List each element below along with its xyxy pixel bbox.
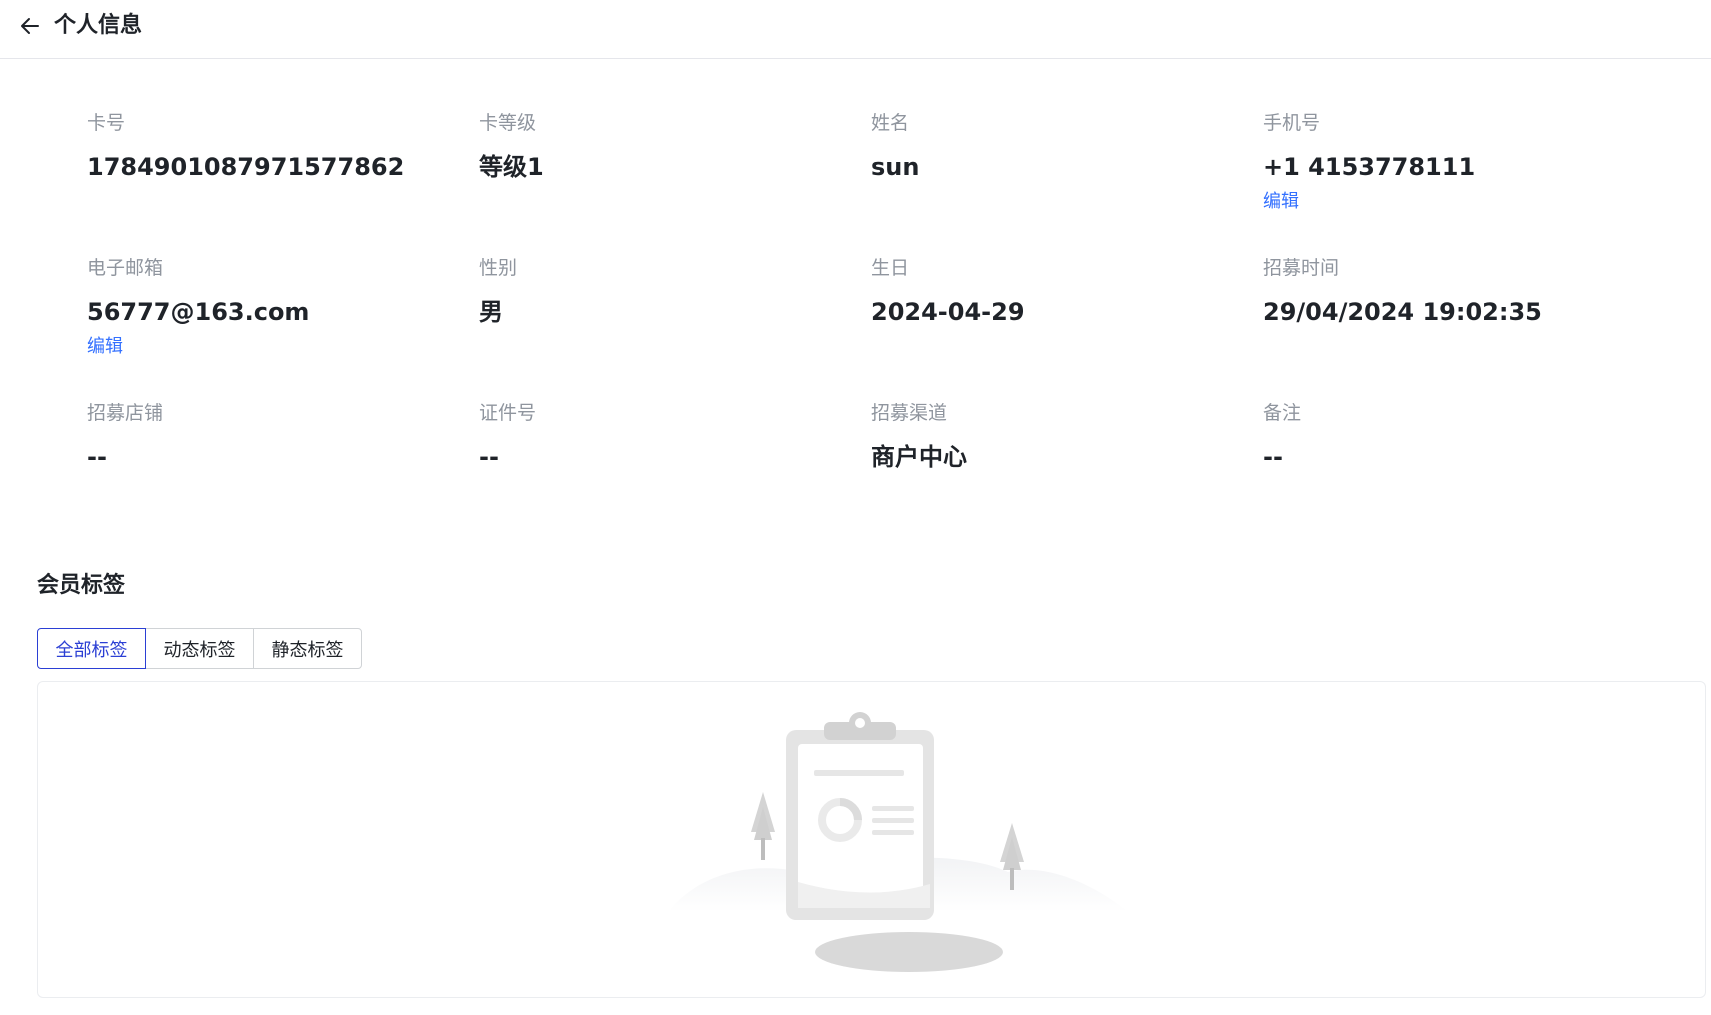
field-recruit-store: 招募店铺 -- [87,400,479,530]
field-value: 男 [479,298,503,326]
field-value: 1784901087971577862 [87,153,405,181]
field-label: 招募时间 [1263,257,1340,279]
field-label: 姓名 [871,112,910,134]
field-label: 电子邮箱 [87,257,164,279]
field-value: -- [87,443,107,471]
page-header: 个人信息 [0,0,1711,59]
member-tags-title: 会员标签 [37,573,126,598]
field-label: 性别 [479,257,518,279]
field-value: sun [871,153,920,181]
tag-type-tabs: 全部标签 动态标签 静态标签 [37,628,362,669]
field-birthday: 生日 2024-04-29 [871,255,1263,400]
field-recruit-channel: 招募渠道 商户中心 [871,400,1263,530]
empty-clipboard-illustration [668,712,1128,972]
field-gender: 性别 男 [479,255,871,400]
tab-static-tags[interactable]: 静态标签 [253,628,362,669]
edit-phone-link[interactable]: 编辑 [1263,190,1299,214]
field-value: 2024-04-29 [871,298,1025,326]
field-label: 卡等级 [479,112,537,134]
field-label: 备注 [1263,402,1302,424]
field-value: 等级1 [479,153,544,181]
edit-email-link[interactable]: 编辑 [87,335,123,359]
field-value: 56777@163.com [87,298,310,326]
field-value: -- [479,443,499,471]
tab-all-tags[interactable]: 全部标签 [37,628,146,669]
field-label: 生日 [871,257,910,279]
field-id-number: 证件号 -- [479,400,871,530]
back-button[interactable] [16,12,44,40]
field-label: 招募店铺 [87,402,164,424]
field-label: 证件号 [479,402,537,424]
field-email: 电子邮箱 56777@163.com 编辑 [87,255,479,400]
tags-empty-panel [37,681,1706,998]
field-value: +1 4153778111 [1263,153,1476,181]
field-name: 姓名 sun [871,110,1263,255]
profile-info-grid: 卡号 1784901087971577862 卡等级 等级1 姓名 sun 手机… [87,110,1657,530]
field-value: -- [1263,443,1283,471]
field-recruit-time: 招募时间 29/04/2024 19:02:35 [1263,255,1655,400]
arrow-left-icon [21,18,39,34]
field-card-number: 卡号 1784901087971577862 [87,110,479,255]
field-value: 29/04/2024 19:02:35 [1263,298,1542,326]
field-phone: 手机号 +1 4153778111 编辑 [1263,110,1655,255]
field-label: 手机号 [1263,112,1321,134]
field-remark: 备注 -- [1263,400,1655,530]
page-title: 个人信息 [54,13,143,38]
field-label: 卡号 [87,112,126,134]
tab-dynamic-tags[interactable]: 动态标签 [145,628,254,669]
field-label: 招募渠道 [871,402,948,424]
field-card-level: 卡等级 等级1 [479,110,871,255]
field-value: 商户中心 [871,443,967,471]
